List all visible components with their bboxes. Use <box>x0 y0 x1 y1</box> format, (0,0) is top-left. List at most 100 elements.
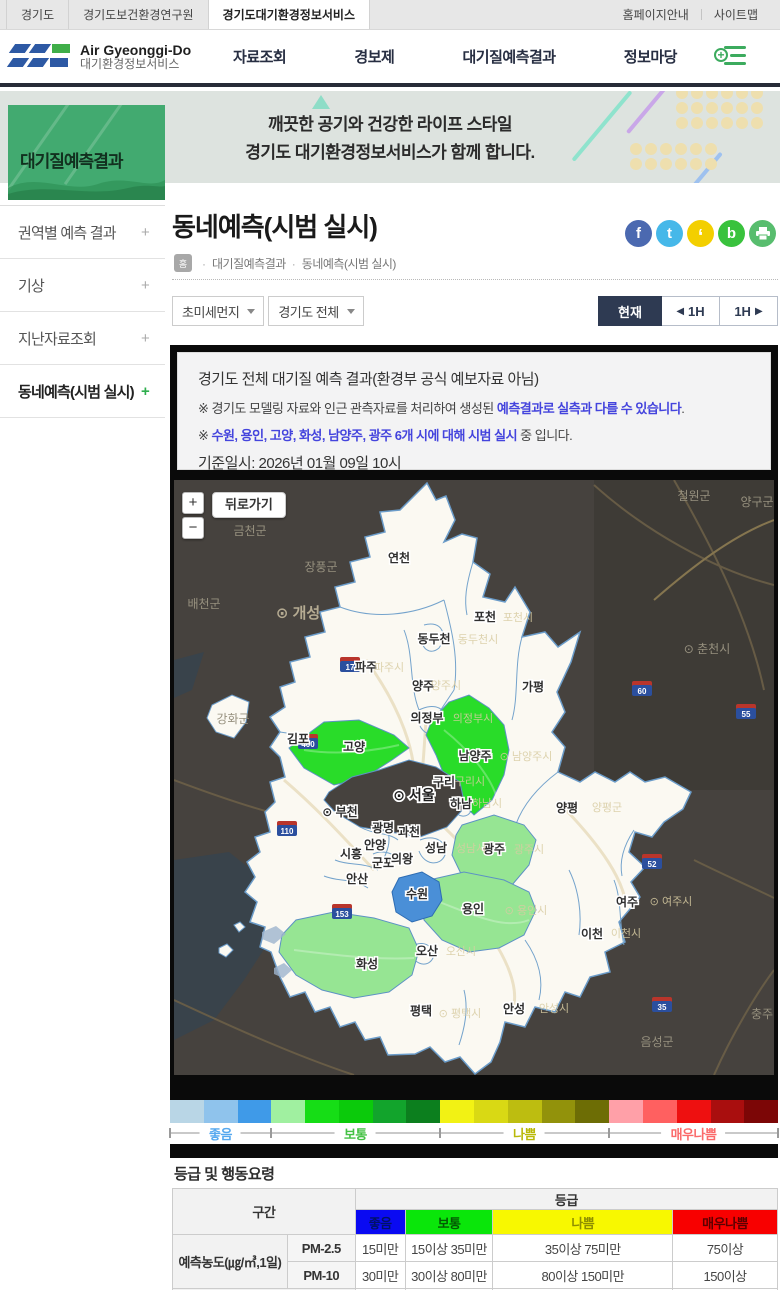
kakaostory-share-icon[interactable]: , <box>687 220 714 247</box>
home-icon[interactable]: 홈 <box>174 254 192 272</box>
legend-tick <box>608 1128 610 1138</box>
forecast-map[interactable]: 1740060551101535235 철원군양구군금천군장풍군배천군⊙ 개성⊙… <box>174 480 774 1075</box>
map-label: ⊙ 춘천시 <box>684 641 731 656</box>
sidebar-menu: 권역별 예측 결과+기상+지난자료조회+동네예측(시범 실시)+ <box>0 205 165 418</box>
map-label: 연천 <box>388 550 410 565</box>
grade-table: 구간 등급 좋음보통나쁨매우나쁨 예측농도(㎍/㎥,1일) PM-2.5 15미… <box>172 1188 778 1290</box>
map-back-button[interactable]: 뒤로가기 <box>212 492 286 518</box>
road-shield-icon: 153 <box>332 904 352 919</box>
current-button[interactable]: 현재 <box>598 296 662 326</box>
plus-circle-icon: + <box>714 48 728 62</box>
expand-plus-icon: + <box>141 224 149 241</box>
map-label: 광주시 <box>514 843 544 856</box>
all-menu-button[interactable]: + <box>718 44 748 68</box>
svg-text:17: 17 <box>346 663 355 672</box>
breadcrumb-item[interactable]: 대기질예측결과 <box>212 257 286 271</box>
map-label: 광주 <box>483 841 505 856</box>
utility-link[interactable]: 사이트맵 <box>702 6 770 23</box>
pm25-bad: 35이상 75미만 <box>493 1235 673 1262</box>
region-select[interactable]: 경기도 전체 <box>268 296 363 326</box>
sidebar-item[interactable]: 지난자료조회+ <box>0 312 165 365</box>
expand-plus-icon: + <box>141 383 149 400</box>
map-label: 여주 <box>616 894 638 909</box>
map-label: 이천 <box>581 926 603 941</box>
nav-item[interactable]: 경보제 <box>354 46 394 67</box>
sidebar-item[interactable]: 권역별 예측 결과+ <box>0 206 165 259</box>
site-tab[interactable]: 경기도 <box>6 0 69 29</box>
logo-text: Air Gyeonggi-Do 대기환경정보서비스 <box>80 42 191 72</box>
aqi-legend-labels: 좋음보통나쁨매우나쁨 <box>170 1123 778 1144</box>
pm25-label: PM-2.5 <box>287 1235 355 1262</box>
nav-item[interactable]: 정보마당 <box>624 46 677 67</box>
menu-bar-icon <box>724 46 746 49</box>
sidebar-item[interactable]: 기상+ <box>0 259 165 312</box>
map-label: 양평 <box>556 800 578 815</box>
notice-line2: ※ 수원, 용인, 고양, 화성, 남양주, 광주 6개 시에 대해 시범 실시… <box>198 425 750 444</box>
site-tab[interactable]: 경기도대기환경정보서비스 <box>209 0 370 29</box>
map-label: ⊙ 부천 <box>322 804 357 819</box>
nav-item[interactable]: 대기질예측결과 <box>462 46 555 67</box>
site-tabs: 경기도경기도보건환경연구원경기도대기환경정보서비스 <box>0 0 370 29</box>
next-hour-button[interactable]: 1H ▶ <box>720 296 778 326</box>
map-zoom-in-button[interactable]: + <box>182 492 204 514</box>
road-shield-icon: 55 <box>736 704 756 719</box>
legend-tick <box>169 1128 171 1138</box>
expand-plus-icon: + <box>141 330 149 347</box>
logo[interactable]: Air Gyeonggi-Do 대기환경정보서비스 <box>10 41 191 73</box>
time-controls: 현재 ◀ 1H 1H ▶ <box>598 296 778 326</box>
main-nav: 자료조회 경보제 대기질예측결과 정보마당 <box>205 30 705 83</box>
map-label: 양주시 <box>431 679 461 692</box>
breadcrumb-item[interactable]: 동네예측(시범 실시) <box>302 257 396 271</box>
notice-box: 경기도 전체 대기질 예측 결과(환경부 공식 예보자료 아님) ※ 경기도 모… <box>177 352 771 470</box>
site-tab[interactable]: 경기도보건환경연구원 <box>69 0 208 29</box>
facebook-share-icon[interactable]: f <box>625 220 652 247</box>
right-arrow-icon: ▶ <box>755 306 763 317</box>
breadcrumb-items: ·대기질예측결과·동네예측(시범 실시) <box>196 255 396 272</box>
logo-subtitle: 대기환경정보서비스 <box>80 58 191 72</box>
triangle-deco <box>312 95 330 109</box>
grade-header-좋음: 좋음 <box>355 1210 405 1235</box>
forecast-panel: 경기도 전체 대기질 예측 결과(환경부 공식 예보자료 아님) ※ 경기도 모… <box>170 345 778 1158</box>
map-label: 의정부 <box>410 710 443 725</box>
map-label: 구리 <box>433 774 455 789</box>
map-label: ⊙ 서울 <box>393 787 435 803</box>
legend-label: 매우나쁨 <box>662 1123 726 1144</box>
map-label: 철원군 <box>677 489 710 503</box>
road-shield-icon: 110 <box>277 821 297 836</box>
filter-row: 초미세먼지 경기도 전체 현재 ◀ 1H 1H ▶ <box>172 296 778 326</box>
map-label: ⊙ 평택시 <box>439 1007 482 1020</box>
pollutant-select[interactable]: 초미세먼지 <box>172 296 264 326</box>
legend-color-segment <box>609 1100 643 1123</box>
map-label: 오산시 <box>446 945 476 958</box>
sidebar-item[interactable]: 동네예측(시범 실시)+ <box>0 365 165 418</box>
map-label: ⊙ 개성 <box>276 604 320 622</box>
blog-share-icon[interactable]: b <box>718 220 745 247</box>
print-share-icon[interactable] <box>749 220 776 247</box>
map-label: 시흥 <box>340 846 362 861</box>
utility-links: 홈페이지안내사이트맵 <box>611 0 780 29</box>
utility-link[interactable]: 홈페이지안내 <box>611 6 701 23</box>
breadcrumb: 홈 ·대기질예측결과·동네예측(시범 실시) <box>174 254 396 272</box>
prev-hour-label: 1H <box>688 304 705 319</box>
legend-color-segment <box>339 1100 373 1123</box>
notice-line1: ※ 경기도 모델링 자료와 인근 관측자료를 처리하여 생성된 예측결과로 실측… <box>198 398 750 417</box>
pm10-good: 30미만 <box>355 1262 405 1289</box>
twitter-share-icon[interactable]: t <box>656 220 683 247</box>
map-label: 안성 <box>503 1001 525 1016</box>
svg-text:153: 153 <box>335 910 349 919</box>
prev-hour-button[interactable]: ◀ 1H <box>662 296 720 326</box>
sidebar-item-label: 기상 <box>18 275 44 296</box>
map-label: ⊙ 남양주시 <box>500 750 553 763</box>
map-zoom-out-button[interactable]: − <box>182 517 204 539</box>
legend-tick <box>777 1128 779 1138</box>
map-label: 구리시 <box>455 775 485 788</box>
logo-title: Air Gyeonggi-Do <box>80 42 191 58</box>
map-label: 안성시 <box>539 1002 569 1015</box>
page-title: 동네예측(시범 실시) <box>172 207 377 244</box>
map-label: 이천시 <box>611 926 641 940</box>
aqi-legend-bar <box>170 1100 778 1123</box>
grade-header-보통: 보통 <box>405 1210 493 1235</box>
nav-item[interactable]: 자료조회 <box>233 46 286 67</box>
notice-title: 경기도 전체 대기질 예측 결과(환경부 공식 예보자료 아님) <box>198 368 750 389</box>
svg-text:55: 55 <box>742 710 751 719</box>
